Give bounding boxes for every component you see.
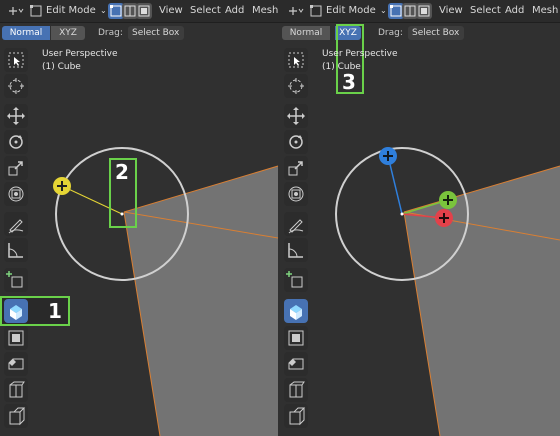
view-perspective-label: User Perspective [42,49,118,59]
move-icon [287,107,305,125]
header-bar: Edit Mode ⌄ View Select Add Mesh [280,0,560,23]
annotate-icon [8,219,24,234]
chevron-down-icon: ⌄ [100,6,107,15]
drag-select-box-dropdown[interactable]: Select Box [128,26,184,40]
select-box-tool[interactable] [284,48,308,72]
measure-icon [8,243,23,258]
knife-icon [9,407,26,426]
orientation-xyz-button[interactable]: XYZ [51,26,85,40]
edit-mode-label: Edit Mode [326,5,376,16]
select-box-tool[interactable] [4,48,28,72]
menu-select[interactable]: Select [190,0,221,22]
tool-settings-bar: Normal XYZ Drag: Select Box [0,23,280,43]
gizmo-center-dot [400,212,404,216]
move-icon [7,107,25,125]
rotate-icon [289,135,303,149]
knife-tool[interactable] [284,404,308,428]
tool-settings-bar: Normal XYZ Drag: Select Box [280,23,560,43]
add-cube-tool[interactable] [4,268,28,292]
cursor-icon [8,78,24,94]
transform-tool[interactable] [284,182,308,206]
extrude-region-tool[interactable] [284,299,308,323]
knife-icon [289,407,306,426]
inset-faces-tool[interactable] [4,326,28,350]
scale-tool[interactable] [284,156,308,180]
chevron-down-icon: ⌄ [380,6,387,15]
menu-add[interactable]: Add [225,0,244,22]
transform-icon [8,186,24,202]
menu-mesh[interactable]: Mesh [252,0,278,22]
header-bar: Edit Mode ⌄ View Select Add Mesh [0,0,280,23]
menu-view[interactable]: View [159,0,183,22]
cube-face [124,166,278,436]
rotate-tool[interactable] [4,130,28,154]
bevel-tool[interactable] [4,352,28,376]
add-cube-icon [6,271,23,288]
select-box-icon [288,52,304,68]
extrude-region-tool[interactable] [4,299,28,323]
cursor-tool[interactable] [4,74,28,98]
mesh-mode-icon [310,5,322,17]
annotate-icon [288,219,304,234]
extrude-region-icon [10,305,22,320]
callout-number-3: 3 [342,70,356,94]
edit-mode-label: Edit Mode [46,5,96,16]
transform-pivot-icon[interactable] [4,0,26,22]
bevel-icon [8,358,24,370]
drag-select-value: Select Box [412,28,460,38]
callout-number-1: 1 [48,299,62,323]
menu-select[interactable]: Select [470,0,501,22]
orientation-normal-button[interactable]: Normal [282,26,330,40]
scale-tool[interactable] [4,156,28,180]
measure-tool[interactable] [284,238,308,262]
menu-add[interactable]: Add [505,0,524,22]
view-perspective-label: User Perspective [322,49,398,59]
transform-pivot-icon[interactable] [284,0,306,22]
loop-cut-tool[interactable] [4,378,28,402]
bevel-icon [288,358,304,370]
move-tool[interactable] [284,104,308,128]
transform-icon [288,186,304,202]
move-tool[interactable] [4,104,28,128]
drag-select-box-dropdown[interactable]: Select Box [408,26,464,40]
rotate-tool[interactable] [284,130,308,154]
annotate-tool[interactable] [284,212,308,236]
drag-select-value: Select Box [132,28,180,38]
cursor-icon [288,78,304,94]
annotate-tool[interactable] [4,212,28,236]
scale-icon [288,161,303,176]
inset-faces-icon [288,330,304,346]
face-select-button[interactable] [416,3,432,19]
measure-icon [288,243,303,258]
loop-cut-tool[interactable] [284,378,308,402]
extrude-region-icon [290,305,302,320]
drag-label: Drag: [98,28,123,38]
orientation-normal-button[interactable]: Normal [2,26,50,40]
viewport-panel-left: 2 Edit Mode ⌄ View Select Add Mesh Norma… [0,0,280,436]
knife-tool[interactable] [4,404,28,428]
bevel-tool[interactable] [284,352,308,376]
menu-view[interactable]: View [439,0,463,22]
active-object-label: (1) Cube [322,62,361,72]
face-select-button[interactable] [136,3,152,19]
add-cube-tool[interactable] [284,268,308,292]
viewport-panel-right: Edit Mode ⌄ View Select Add Mesh Normal … [280,0,560,436]
add-cube-icon [286,271,303,288]
rotate-icon [9,135,23,149]
drag-label: Drag: [378,28,403,38]
active-object-label: (1) Cube [42,62,81,72]
callout-number-2: 2 [115,160,129,184]
inset-faces-tool[interactable] [284,326,308,350]
scale-icon [8,161,23,176]
cursor-tool[interactable] [284,74,308,98]
loop-cut-icon [9,381,25,398]
mesh-mode-icon [30,5,42,17]
inset-faces-icon [8,330,24,346]
measure-tool[interactable] [4,238,28,262]
menu-mesh[interactable]: Mesh [532,0,558,22]
loop-cut-icon [289,381,305,398]
select-box-icon [8,52,24,68]
transform-tool[interactable] [4,182,28,206]
